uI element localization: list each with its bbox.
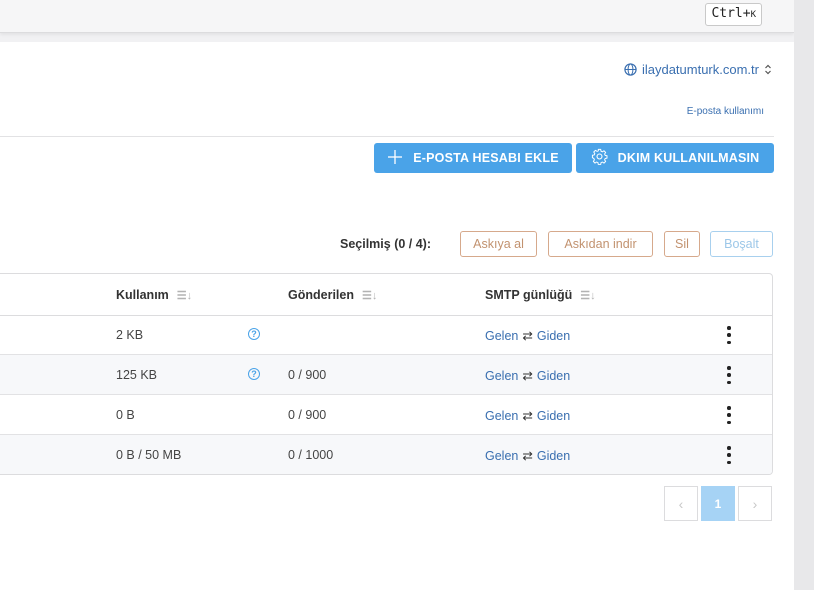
outgoing-log-link[interactable]: Giden [537, 329, 570, 343]
column-sent[interactable]: Gönderilen ☰↓ [288, 288, 377, 302]
add-email-account-button[interactable]: E-POSTA HESABI EKLE [374, 143, 572, 173]
empty-mailbox-button[interactable]: Boşalt [710, 231, 773, 257]
help-icon[interactable]: ? [248, 368, 260, 380]
selection-count: Seçilmiş (0 / 4): [340, 237, 432, 251]
table-row: 0 B / 50 MB 0 / 1000 Gelen ⇄ Giden [0, 435, 772, 474]
shortcut-key: K [750, 10, 756, 20]
prev-page-button[interactable]: ‹ [664, 486, 698, 521]
next-page-button[interactable]: › [738, 486, 772, 521]
row-menu-icon[interactable] [725, 406, 733, 424]
domain-selector[interactable]: ilaydatumturk.com.tr [624, 62, 772, 77]
usage-cell: 0 B / 50 MB [116, 448, 182, 462]
shortcut-text: Ctrl+ [711, 6, 751, 21]
globe-icon [624, 63, 637, 76]
mail-accounts-panel: ilaydatumturk.com.tr E-posta kullanımı E… [0, 42, 794, 590]
swap-arrows-icon: ⇄ [522, 449, 533, 463]
sort-icon: ☰↓ [361, 289, 378, 302]
swap-arrows-icon: ⇄ [522, 409, 533, 423]
column-usage[interactable]: Kullanım ☰↓ [116, 288, 192, 302]
row-menu-icon[interactable] [725, 366, 733, 384]
swap-arrows-icon: ⇄ [522, 369, 533, 383]
scrollbar-track[interactable] [794, 0, 814, 590]
table-row: 125 KB ? 0 / 900 Gelen ⇄ Giden [0, 355, 772, 395]
table-row: 2 KB ? Gelen ⇄ Giden [0, 315, 772, 355]
dkim-toggle-button[interactable]: DKIM KULLANILMASIN [576, 143, 774, 173]
unsuspend-button[interactable]: Askıdan indir [548, 231, 653, 257]
page-button-current[interactable]: 1 [701, 486, 735, 521]
plus-icon [387, 149, 403, 168]
row-menu-icon[interactable] [725, 326, 733, 344]
email-usage-link[interactable]: E-posta kullanımı [687, 106, 764, 117]
sent-cell: 0 / 1000 [288, 448, 334, 462]
outgoing-log-link[interactable]: Giden [537, 409, 570, 423]
chevron-up-down-icon [764, 64, 772, 75]
pagination: ‹ 1 › [664, 486, 772, 521]
incoming-log-link[interactable]: Gelen [485, 449, 518, 463]
suspend-button[interactable]: Askıya al [460, 231, 537, 257]
dkim-label: DKIM KULLANILMASIN [617, 151, 760, 165]
incoming-log-link[interactable]: Gelen [485, 329, 518, 343]
help-icon[interactable]: ? [248, 328, 260, 340]
domain-name: ilaydatumturk.com.tr [641, 62, 759, 77]
delete-button[interactable]: Sil [664, 231, 700, 257]
sort-icon: ☰↓ [580, 289, 596, 302]
gear-icon [591, 148, 608, 168]
sent-cell: 0 / 900 [288, 408, 327, 422]
usage-cell: 2 KB [116, 328, 144, 342]
incoming-log-link[interactable]: Gelen [485, 409, 518, 423]
search-shortcut-hint: Ctrl+K [705, 3, 762, 26]
outgoing-log-link[interactable]: Giden [537, 449, 570, 463]
smtp-log-cell: Gelen ⇄ Giden [485, 448, 570, 463]
smtp-log-cell: Gelen ⇄ Giden [485, 328, 570, 343]
table-header: Kullanım ☰↓ Gönderilen ☰↓ SMTP günlüğü ☰… [0, 274, 772, 316]
bulk-actions-bar: Seçilmiş (0 / 4): Askıya al Askıdan indi… [0, 231, 774, 257]
swap-arrows-icon: ⇄ [522, 329, 533, 343]
usage-cell: 125 KB [116, 368, 158, 382]
sent-cell: 0 / 900 [288, 368, 327, 382]
column-smtp-log-label: SMTP günlüğü [485, 288, 573, 302]
incoming-log-link[interactable]: Gelen [485, 369, 518, 383]
smtp-log-cell: Gelen ⇄ Giden [485, 368, 570, 383]
column-usage-label: Kullanım [116, 288, 169, 302]
smtp-log-cell: Gelen ⇄ Giden [485, 408, 570, 423]
accounts-table: Kullanım ☰↓ Gönderilen ☰↓ SMTP günlüğü ☰… [0, 273, 773, 475]
usage-cell: 0 B [116, 408, 135, 422]
sort-icon: ☰↓ [176, 289, 193, 302]
add-email-account-label: E-POSTA HESABI EKLE [413, 151, 559, 165]
outgoing-log-link[interactable]: Giden [537, 369, 570, 383]
divider [0, 136, 774, 137]
column-smtp-log[interactable]: SMTP günlüğü ☰↓ [485, 288, 596, 302]
table-row: 0 B 0 / 900 Gelen ⇄ Giden [0, 395, 772, 435]
row-menu-icon[interactable] [725, 446, 733, 464]
top-bar: Ctrl+K [0, 0, 794, 33]
column-sent-label: Gönderilen [288, 288, 354, 302]
